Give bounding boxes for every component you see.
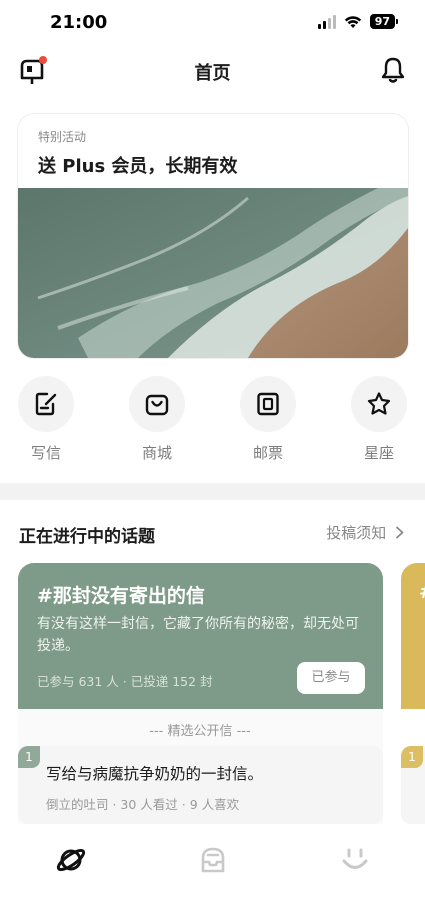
section-divider (0, 483, 425, 500)
mailbox-tab-icon (201, 847, 225, 873)
shortcut-label: 邮票 (252, 444, 283, 462)
topic-title: #那封没有寄出的信 (37, 585, 205, 607)
letter-title: 写给与病魔抗争奶奶的一封信。 (46, 765, 264, 783)
shopping-bag-icon (145, 394, 169, 416)
status-bar: 21:00 97 (0, 0, 425, 46)
joined-button[interactable]: 已参与 (297, 662, 365, 694)
tab-profile[interactable] (337, 842, 373, 878)
shortcut-label: 写信 (30, 444, 61, 462)
shortcut-label: 星座 (363, 444, 394, 462)
tab-discover[interactable] (53, 842, 89, 878)
status-icons: 97 (317, 14, 399, 29)
topic-card[interactable]: #那封没有寄出的信 有没有这样一封信，它藏了你所有的秘密，却无处可投递。 已参与… (18, 563, 383, 709)
topic-card-next[interactable]: # (401, 563, 425, 709)
star-icon (367, 392, 391, 415)
battery-indicator: 97 (369, 14, 399, 29)
top-nav: 首页 (0, 52, 425, 92)
rank-badge: 1 (401, 746, 423, 768)
guidelines-link[interactable]: 投稿须知 (326, 522, 405, 543)
shortcut-label: 商城 (141, 444, 172, 462)
smiley-icon (342, 848, 368, 869)
page-title: 首页 (194, 63, 231, 84)
rank-badge: 1 (18, 746, 40, 768)
featured-letters-header: --- 精选公开信 --- (149, 724, 251, 739)
letter-card-next[interactable]: 1 (401, 746, 425, 824)
promo-banner[interactable]: 特别活动 送 Plus 会员，长期有效 (18, 114, 408, 358)
promo-beach-image (18, 188, 408, 358)
topics-section-title: 正在进行中的话题 (19, 527, 155, 547)
shortcut-row: 写信 商城 邮票 星座 (0, 376, 425, 466)
shortcut-write-letter[interactable]: 写信 (16, 376, 76, 463)
signal-icon (317, 14, 336, 29)
status-time: 21:00 (50, 12, 108, 33)
tab-bar (0, 824, 425, 908)
bell-icon (381, 57, 405, 83)
chevron-right-icon (396, 526, 404, 539)
shortcut-stamps[interactable]: 邮票 (238, 376, 298, 463)
wifi-icon (344, 15, 361, 28)
promo-tag: 特别活动 (38, 130, 87, 144)
promo-title: 送 Plus 会员，长期有效 (38, 156, 238, 177)
topic-description: 有没有这样一封信，它藏了你所有的秘密，却无处可投递。 (37, 616, 359, 654)
planet-icon (56, 848, 86, 872)
stamp-icon (257, 392, 279, 416)
shortcut-store[interactable]: 商城 (127, 376, 187, 463)
guidelines-link-label: 投稿须知 (326, 524, 387, 542)
topic-title: # (419, 581, 425, 603)
shortcut-horoscope[interactable]: 星座 (349, 376, 409, 463)
letter-meta: 倒立的吐司 · 30 人看过 · 9 人喜欢 (46, 797, 240, 812)
write-letter-icon (35, 392, 57, 416)
notifications-button[interactable] (379, 56, 407, 84)
tab-mailbox[interactable] (195, 842, 231, 878)
topic-stats: 已参与 631 人 · 已投递 152 封 (37, 674, 213, 689)
letter-card[interactable]: 1 写给与病魔抗争奶奶的一封信。 倒立的吐司 · 30 人看过 · 9 人喜欢 (18, 746, 383, 824)
